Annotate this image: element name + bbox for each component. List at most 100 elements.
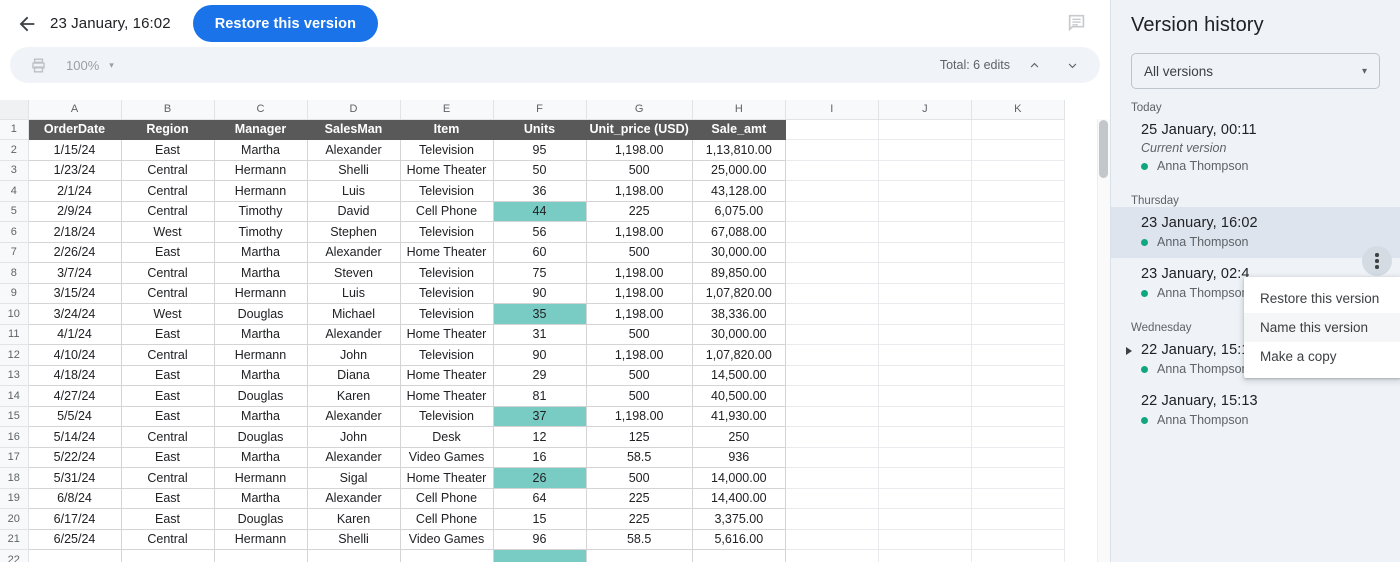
data-cell[interactable] xyxy=(692,550,785,562)
data-cell[interactable]: East xyxy=(121,509,214,530)
data-cell[interactable]: 44 xyxy=(493,201,586,222)
data-cell[interactable]: 75 xyxy=(493,263,586,284)
data-cell[interactable]: Douglas xyxy=(214,386,307,407)
context-menu-item[interactable]: Make a copy xyxy=(1244,342,1400,371)
data-cell[interactable]: 5/22/24 xyxy=(28,447,121,468)
empty-cell[interactable] xyxy=(971,242,1064,263)
empty-cell[interactable] xyxy=(878,201,971,222)
table-row[interactable]: 62/18/24WestTimothyStephenTelevision561,… xyxy=(0,222,1064,243)
data-cell[interactable]: Television xyxy=(400,283,493,304)
data-cell[interactable]: Alexander xyxy=(307,488,400,509)
print-icon[interactable] xyxy=(28,55,48,75)
empty-cell[interactable] xyxy=(971,201,1064,222)
data-cell[interactable]: Martha xyxy=(214,324,307,345)
data-cell[interactable]: 1,198.00 xyxy=(586,345,692,366)
data-cell[interactable]: 90 xyxy=(493,345,586,366)
version-list-item[interactable]: 22 January, 15:13Anna Thompson xyxy=(1111,385,1400,436)
data-cell[interactable]: Central xyxy=(121,263,214,284)
table-row[interactable]: 216/25/24CentralHermannShelliVideo Games… xyxy=(0,529,1064,550)
column-header-k[interactable]: K xyxy=(971,100,1064,119)
header-cell[interactable]: Item xyxy=(400,119,493,140)
row-header[interactable]: 17 xyxy=(0,447,28,468)
data-cell[interactable]: Martha xyxy=(214,365,307,386)
data-cell[interactable]: Home Theater xyxy=(400,468,493,489)
table-row[interactable]: 134/18/24EastMarthaDianaHome Theater2950… xyxy=(0,365,1064,386)
data-cell[interactable]: 25,000.00 xyxy=(692,160,785,181)
empty-cell[interactable] xyxy=(971,386,1064,407)
table-row[interactable]: 21/15/24EastMarthaAlexanderTelevision951… xyxy=(0,140,1064,161)
empty-cell[interactable] xyxy=(971,468,1064,489)
empty-cell[interactable] xyxy=(785,550,878,562)
data-cell[interactable]: Hermann xyxy=(214,345,307,366)
empty-cell[interactable] xyxy=(878,550,971,562)
data-cell[interactable]: Central xyxy=(121,160,214,181)
empty-cell[interactable] xyxy=(878,242,971,263)
data-cell[interactable]: Home Theater xyxy=(400,160,493,181)
empty-cell[interactable] xyxy=(878,345,971,366)
data-cell[interactable]: Martha xyxy=(214,406,307,427)
data-cell[interactable]: 14,400.00 xyxy=(692,488,785,509)
previous-edit-button[interactable] xyxy=(1020,51,1048,79)
row-header[interactable]: 2 xyxy=(0,140,28,161)
data-cell[interactable]: 2/9/24 xyxy=(28,201,121,222)
data-cell[interactable]: 500 xyxy=(586,365,692,386)
next-edit-button[interactable] xyxy=(1058,51,1086,79)
data-cell[interactable]: Sigal xyxy=(307,468,400,489)
data-cell[interactable]: 26 xyxy=(493,468,586,489)
data-cell[interactable]: 30,000.00 xyxy=(692,242,785,263)
data-cell[interactable]: 31 xyxy=(493,324,586,345)
data-cell[interactable]: 81 xyxy=(493,386,586,407)
table-row[interactable]: 31/23/24CentralHermannShelliHome Theater… xyxy=(0,160,1064,181)
version-list-item[interactable]: 25 January, 00:11Current versionAnna Tho… xyxy=(1111,114,1400,182)
data-cell[interactable]: Cell Phone xyxy=(400,509,493,530)
data-cell[interactable]: Alexander xyxy=(307,324,400,345)
column-header-h[interactable]: H xyxy=(692,100,785,119)
data-cell[interactable]: Home Theater xyxy=(400,324,493,345)
comment-icon[interactable] xyxy=(1064,11,1090,35)
table-row[interactable]: 175/22/24EastMarthaAlexanderVideo Games1… xyxy=(0,447,1064,468)
data-cell[interactable]: 50 xyxy=(493,160,586,181)
column-header-f[interactable]: F xyxy=(493,100,586,119)
table-row[interactable]: 114/1/24EastMarthaAlexanderHome Theater3… xyxy=(0,324,1064,345)
data-cell[interactable]: 1,13,810.00 xyxy=(692,140,785,161)
data-cell[interactable]: Douglas xyxy=(214,509,307,530)
table-row[interactable]: 124/10/24CentralHermannJohnTelevision901… xyxy=(0,345,1064,366)
data-cell[interactable]: Steven xyxy=(307,263,400,284)
data-cell[interactable]: 4/27/24 xyxy=(28,386,121,407)
data-cell[interactable]: Shelli xyxy=(307,529,400,550)
data-cell[interactable]: 5/5/24 xyxy=(28,406,121,427)
data-cell[interactable]: East xyxy=(121,365,214,386)
data-cell[interactable]: 1/15/24 xyxy=(28,140,121,161)
data-cell[interactable]: 1/23/24 xyxy=(28,160,121,181)
empty-cell[interactable] xyxy=(878,488,971,509)
data-cell[interactable]: 5,616.00 xyxy=(692,529,785,550)
data-cell[interactable]: 1,198.00 xyxy=(586,304,692,325)
data-cell[interactable]: 5/31/24 xyxy=(28,468,121,489)
data-cell[interactable]: 500 xyxy=(586,468,692,489)
data-cell[interactable]: Central xyxy=(121,283,214,304)
data-cell[interactable]: 1,198.00 xyxy=(586,406,692,427)
row-header[interactable]: 5 xyxy=(0,201,28,222)
data-cell[interactable]: 3,375.00 xyxy=(692,509,785,530)
data-cell[interactable]: 29 xyxy=(493,365,586,386)
data-cell[interactable]: East xyxy=(121,488,214,509)
empty-cell[interactable] xyxy=(971,365,1064,386)
data-cell[interactable]: East xyxy=(121,140,214,161)
data-cell[interactable]: 67,088.00 xyxy=(692,222,785,243)
data-cell[interactable]: Diana xyxy=(307,365,400,386)
data-cell[interactable]: 125 xyxy=(586,427,692,448)
data-cell[interactable]: 35 xyxy=(493,304,586,325)
row-header[interactable]: 7 xyxy=(0,242,28,263)
data-cell[interactable]: East xyxy=(121,324,214,345)
data-cell[interactable]: 1,198.00 xyxy=(586,140,692,161)
data-cell[interactable]: 1,07,820.00 xyxy=(692,283,785,304)
empty-cell[interactable] xyxy=(785,263,878,284)
empty-cell[interactable] xyxy=(971,283,1064,304)
table-row[interactable]: 83/7/24CentralMarthaStevenTelevision751,… xyxy=(0,263,1064,284)
data-cell[interactable]: 15 xyxy=(493,509,586,530)
more-options-icon[interactable] xyxy=(1362,246,1392,276)
data-cell[interactable]: 6,075.00 xyxy=(692,201,785,222)
row-header[interactable]: 22 xyxy=(0,550,28,562)
empty-cell[interactable] xyxy=(878,406,971,427)
data-cell[interactable]: 6/8/24 xyxy=(28,488,121,509)
